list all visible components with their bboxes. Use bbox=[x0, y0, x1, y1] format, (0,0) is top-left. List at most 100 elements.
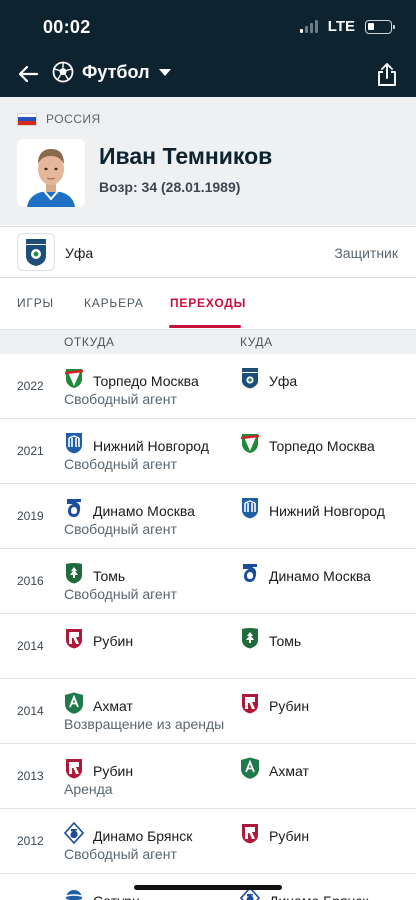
akhmat-crest-icon bbox=[240, 757, 260, 784]
transfer-row[interactable]: 2022 Торпедо Москва Уфа Свободный агент bbox=[0, 354, 416, 419]
top-bar: 00:02 LTE Футбол bbox=[0, 0, 416, 97]
dinamo-crest-icon bbox=[240, 562, 260, 589]
team-logo bbox=[17, 233, 55, 271]
to-club[interactable]: Ахмат bbox=[240, 757, 309, 784]
tom-crest-icon bbox=[64, 562, 84, 589]
transfer-type: Свободный агент bbox=[64, 846, 177, 862]
torpedo-crest-icon bbox=[240, 432, 260, 459]
from-club[interactable]: Томь bbox=[64, 562, 125, 589]
transfer-type: Возвращение из аренды bbox=[64, 716, 225, 732]
from-club[interactable]: Динамо Москва bbox=[64, 497, 195, 524]
to-club[interactable]: Томь bbox=[240, 627, 301, 654]
from-club-name: Рубин bbox=[93, 632, 134, 649]
from-club-name: Томь bbox=[93, 567, 126, 584]
home-indicator bbox=[134, 885, 282, 890]
soccer-ball-icon bbox=[52, 61, 74, 83]
player-photo bbox=[17, 139, 85, 207]
transfer-year: 2014 bbox=[17, 639, 44, 653]
player-position: Защитник bbox=[334, 245, 398, 261]
status-time: 00:02 bbox=[43, 17, 91, 37]
from-club[interactable]: Нижний Новгород bbox=[64, 432, 209, 459]
transfer-year: 2019 bbox=[17, 509, 44, 523]
from-club[interactable]: Торпедо Москва bbox=[64, 367, 199, 394]
to-club-name: Динамо Москва bbox=[269, 567, 371, 584]
from-club[interactable]: Ахмат bbox=[64, 692, 133, 719]
transfer-row[interactable]: 2013 Рубин Ахмат Аренда bbox=[0, 744, 416, 809]
transfer-row[interactable]: 2021 Нижний Новгород Торпедо Москва Свободн… bbox=[0, 419, 416, 484]
from-club[interactable]: Рубин bbox=[64, 757, 133, 784]
country[interactable]: РОССИЯ bbox=[17, 112, 101, 126]
player-name: Иван Темников bbox=[99, 143, 273, 169]
to-club[interactable]: Рубин bbox=[240, 692, 309, 719]
battery-icon bbox=[365, 19, 395, 34]
torpedo-crest-icon bbox=[64, 367, 84, 394]
battery-fill bbox=[368, 22, 374, 30]
from-club-name: Нижний Новгород bbox=[93, 437, 209, 454]
tab-bar: ИГРЫ КАРЬЕРА ПЕРЕХОДЫ bbox=[0, 279, 416, 330]
team-row[interactable]: Уфа Защитник bbox=[0, 226, 416, 278]
transfer-row[interactable]: 2014 Ахмат Рубин Возвращение из аренды bbox=[0, 679, 416, 744]
team-name: Уфа bbox=[65, 245, 94, 261]
arrow-left-icon[interactable] bbox=[16, 62, 40, 86]
rubin-crest-icon bbox=[240, 692, 260, 719]
from-club-name: Динамо Москва bbox=[93, 502, 195, 519]
to-club-name: Уфа bbox=[269, 372, 298, 389]
akhmat-crest-icon bbox=[64, 692, 84, 719]
dinamo-bryansk-crest-icon bbox=[64, 822, 84, 849]
transfer-year: 2012 bbox=[17, 834, 44, 848]
transfer-year: 2016 bbox=[17, 574, 44, 588]
player-age: Возр: 34 (28.01.1989) bbox=[99, 179, 241, 195]
rubin-crest-icon bbox=[64, 627, 84, 654]
transfer-type: Свободный агент bbox=[64, 456, 177, 472]
russia-flag-icon bbox=[17, 112, 37, 126]
network-label: LTE bbox=[327, 18, 355, 35]
country-name: РОССИЯ bbox=[46, 112, 101, 126]
transfer-year: 2013 bbox=[17, 769, 44, 783]
saturn-crest-icon bbox=[64, 887, 84, 900]
to-club[interactable]: Уфа bbox=[240, 367, 297, 394]
transfer-type: Свободный агент bbox=[64, 391, 177, 407]
from-club-name: Динамо Брянск bbox=[93, 827, 193, 844]
rubin-crest-icon bbox=[64, 757, 84, 784]
from-club-name: Торпедо Москва bbox=[93, 372, 199, 389]
transfer-row[interactable]: 2012 Динамо Брянск Рубин Свободный агент bbox=[0, 809, 416, 874]
to-club-name: Рубин bbox=[269, 827, 310, 844]
tab-games[interactable]: ИГРЫ bbox=[17, 296, 54, 310]
ufa-crest-icon bbox=[240, 367, 260, 394]
tab-transfers[interactable]: ПЕРЕХОДЫ bbox=[170, 296, 246, 310]
transfer-type: Свободный агент bbox=[64, 521, 177, 537]
column-to: КУДА bbox=[240, 335, 273, 349]
transfer-row[interactable]: 2014 Рубин Томь bbox=[0, 614, 416, 679]
to-club[interactable]: Нижний Новгород bbox=[240, 497, 385, 524]
to-club-name: Торпедо Москва bbox=[269, 437, 375, 454]
to-club[interactable]: Рубин bbox=[240, 822, 309, 849]
active-tab-indicator bbox=[169, 325, 241, 328]
sport-label: Футбол bbox=[82, 61, 150, 82]
ufa-crest-icon bbox=[26, 239, 46, 266]
column-from: ОТКУДА bbox=[64, 335, 115, 349]
caret-down-icon bbox=[158, 69, 171, 76]
from-club[interactable]: Сатурн bbox=[64, 887, 140, 900]
transfers-list: 2022 Торпедо Москва Уфа Свободный агент 2021… bbox=[0, 354, 416, 900]
transfer-year: 2014 bbox=[17, 704, 44, 718]
from-club-name: Рубин bbox=[93, 762, 134, 779]
sport-selector[interactable]: Футбол bbox=[52, 61, 172, 83]
share-icon[interactable] bbox=[376, 61, 398, 87]
tab-career[interactable]: КАРЬЕРА bbox=[84, 296, 144, 310]
transfer-row[interactable]: 2019 Динамо Москва Нижний Новгород Свободны… bbox=[0, 484, 416, 549]
to-club-name: Томь bbox=[269, 632, 302, 649]
to-club-name: Нижний Новгород bbox=[269, 502, 385, 519]
to-club-name: Ахмат bbox=[269, 762, 309, 779]
transfers-column-header: ОТКУДА КУДА bbox=[0, 330, 416, 354]
transfer-type: Свободный агент bbox=[64, 586, 177, 602]
transfer-row[interactable]: 2016 Томь Динамо Москва Свободный агент bbox=[0, 549, 416, 614]
to-club[interactable]: Динамо Москва bbox=[240, 562, 371, 589]
to-club-name: Рубин bbox=[269, 697, 310, 714]
from-club[interactable]: Динамо Брянск bbox=[64, 822, 192, 849]
from-club[interactable]: Рубин bbox=[64, 627, 133, 654]
transfer-year: 2022 bbox=[17, 379, 44, 393]
to-club[interactable]: Торпедо Москва bbox=[240, 432, 375, 459]
from-club-name: Сатурн bbox=[93, 893, 140, 900]
from-club-name: Ахмат bbox=[93, 697, 133, 714]
nn-crest-icon bbox=[64, 432, 84, 459]
